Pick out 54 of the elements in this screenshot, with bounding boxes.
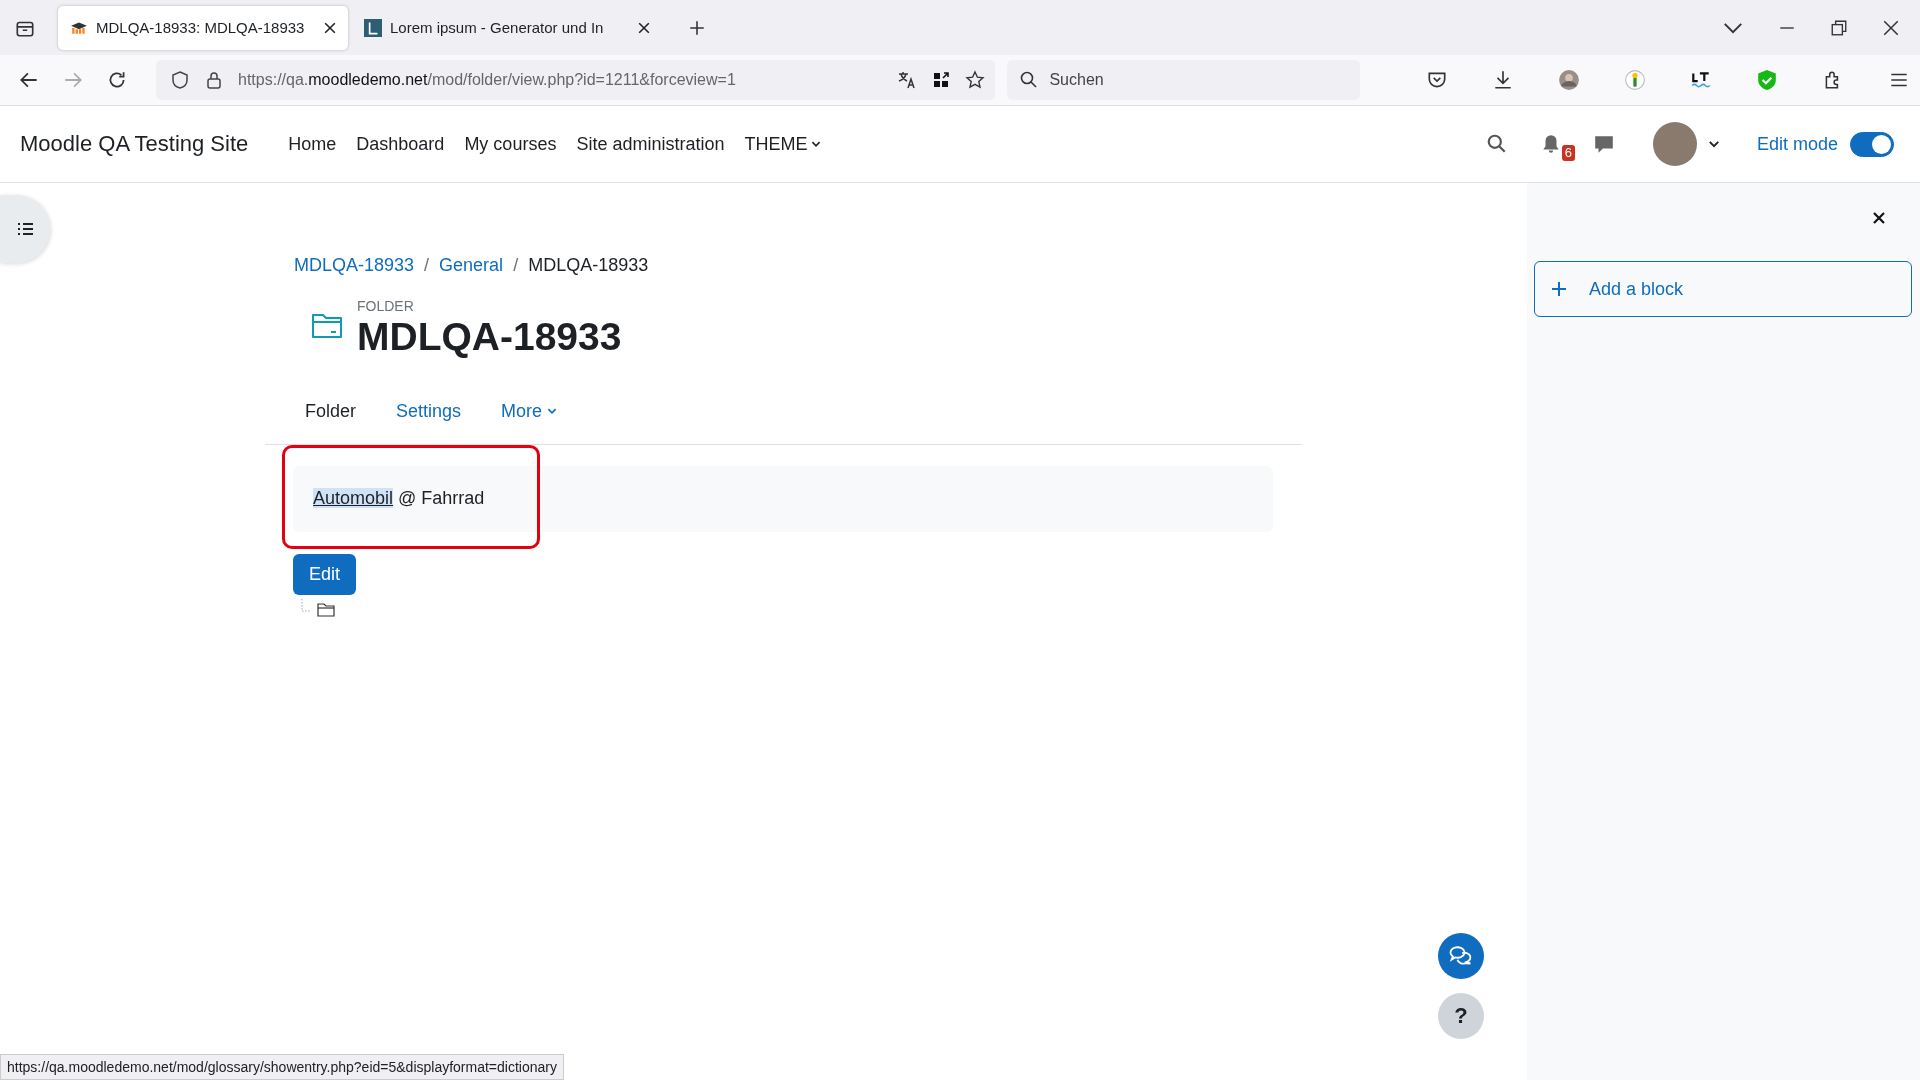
address-bar[interactable]: https://qa.moodledemo.net/mod/folder/view.php?id=1211&forceview=1 <box>156 60 996 100</box>
nav-link[interactable]: Site administration <box>576 133 725 155</box>
page-title: MDLQA-18933 <box>357 314 622 360</box>
plus-icon <box>1551 281 1567 297</box>
tab-title: MDLQA-18933: MDLQA-18933 <box>96 19 306 36</box>
folder-icon <box>311 312 343 340</box>
edit-mode-toggle[interactable] <box>1850 131 1894 157</box>
letter-l-icon <box>364 18 382 37</box>
breadcrumb-item[interactable]: General <box>439 255 504 276</box>
site-name[interactable]: Moodle QA Testing Site <box>20 131 249 157</box>
course-index-button[interactable] <box>0 195 50 263</box>
download-icon[interactable] <box>1492 69 1514 91</box>
chat-button[interactable] <box>1438 933 1484 979</box>
tab-title: Lorem ipsum - Generator und In <box>390 19 605 36</box>
nav-link[interactable]: THEME <box>744 133 823 155</box>
shield-check-icon[interactable] <box>1756 69 1778 91</box>
secondary-nav-tab[interactable]: More <box>481 400 579 422</box>
notification-count: 6 <box>1561 145 1575 161</box>
extension-icon[interactable] <box>1624 69 1646 91</box>
add-block-button[interactable]: Add a block <box>1534 261 1912 317</box>
grid-icon[interactable] <box>931 70 952 90</box>
search-icon[interactable] <box>1485 133 1508 155</box>
url-text: https://qa.moodledemo.net/mod/folder/view.php?id=1211&forceview=1 <box>238 71 736 89</box>
nav-link[interactable]: Home <box>288 133 337 155</box>
close-icon[interactable] <box>1872 211 1886 225</box>
tree-connector-icon <box>301 598 311 613</box>
browser-tab[interactable]: Lorem ipsum - Generator und In <box>352 5 662 50</box>
breadcrumb-item[interactable]: MDLQA-18933 <box>294 255 415 276</box>
breadcrumb-item: MDLQA-18933 <box>528 255 649 276</box>
nav-link[interactable]: Dashboard <box>356 133 445 155</box>
intro-text: Automobil @ Fahrrad <box>313 488 485 510</box>
breadcrumb-separator: / <box>513 255 519 276</box>
close-icon[interactable] <box>638 21 650 34</box>
translate-icon[interactable] <box>897 70 918 90</box>
user-avatar[interactable] <box>1652 122 1697 166</box>
padlock-icon <box>204 70 224 90</box>
status-bar-url: https://qa.moodledemo.net/mod/glossary/showentry.php?eid=5&displayformat=dictionary <box>0 1054 564 1080</box>
edit-button[interactable]: Edit <box>293 553 357 595</box>
close-icon[interactable] <box>324 21 336 34</box>
search-field[interactable]: Suchen <box>1007 60 1360 100</box>
avatar-icon[interactable] <box>1558 69 1580 91</box>
help-button[interactable]: ? <box>1438 993 1484 1039</box>
nav-link[interactable]: My courses <box>464 133 557 155</box>
secondary-nav-tab[interactable]: Settings <box>376 400 482 422</box>
star-icon[interactable] <box>965 70 986 90</box>
browser-tab[interactable]: MDLQA-18933: MDLQA-18933 <box>58 5 348 50</box>
edit-mode-label: Edit mode <box>1756 133 1838 155</box>
activity-type-label: FOLDER <box>357 298 414 314</box>
speech-bubble-icon[interactable] <box>1592 133 1615 155</box>
secondary-nav-tab[interactable]: Folder <box>285 400 377 422</box>
glossary-link[interactable]: Automobil <box>313 488 394 509</box>
shield-icon <box>170 70 190 90</box>
breadcrumb-separator: / <box>424 255 430 276</box>
folder-icon[interactable] <box>317 602 335 617</box>
